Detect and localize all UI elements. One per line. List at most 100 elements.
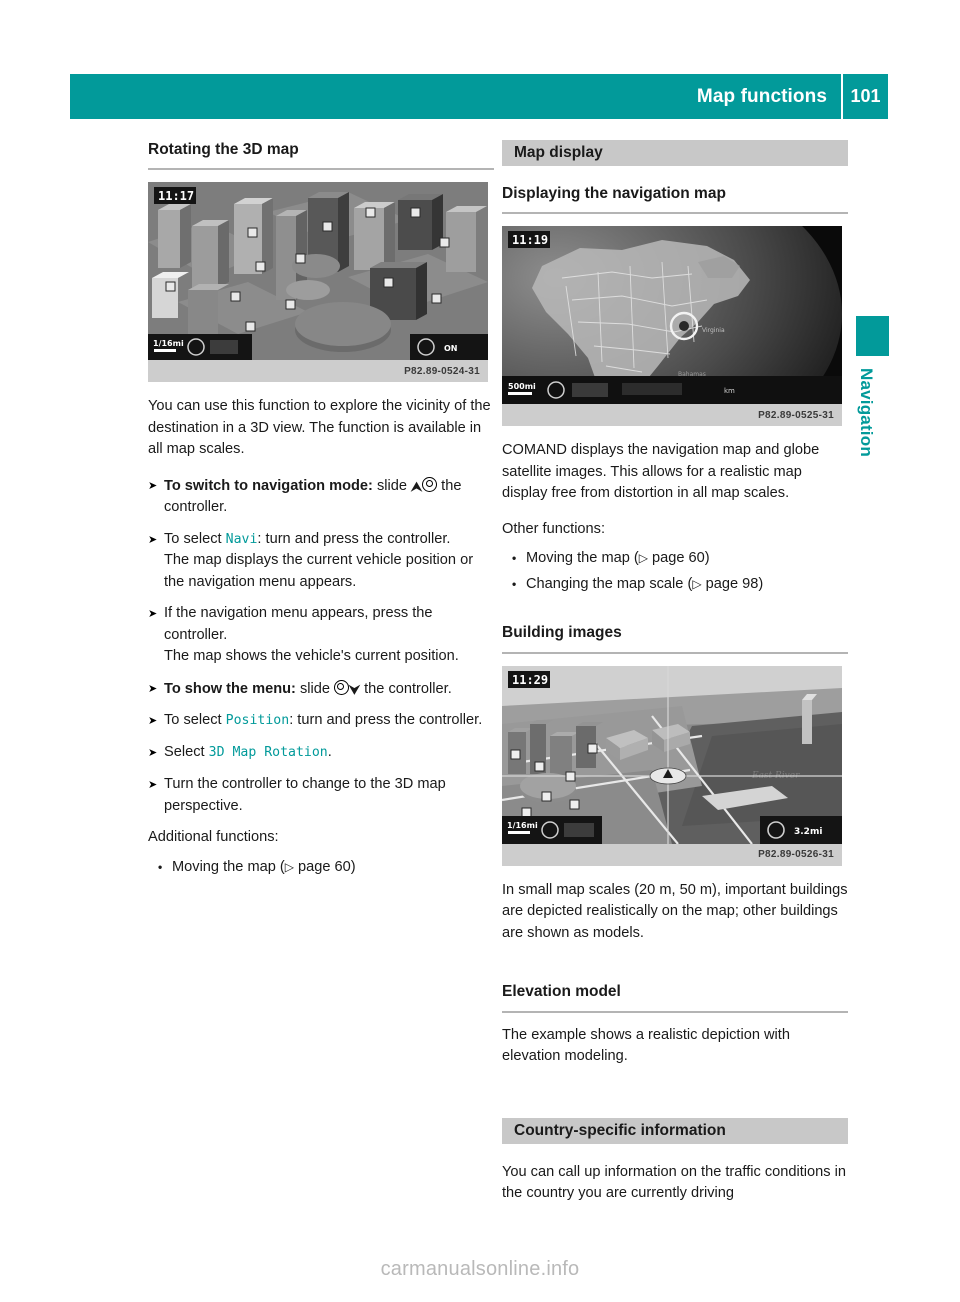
step-press-controller: ➤ If the navigation menu appears, press … (148, 603, 494, 668)
svg-text:1/16mi: 1/16mi (507, 821, 538, 830)
paragraph-small-map-scales: In small map scales (20 m, 50 m), import… (502, 881, 848, 941)
step-text: If the navigation menu appears, press th… (164, 603, 494, 668)
heading-rotating-3d-map: Rotating the 3D map (148, 141, 299, 158)
step-bold-prefix: To show the menu: (164, 680, 296, 697)
intro-paragraph: You can use this function to explore the… (148, 398, 491, 458)
page-number: 101 (850, 86, 881, 106)
step-marker-icon: ➤ (148, 715, 158, 728)
additional-functions-label: Additional functions: (148, 829, 279, 846)
heading-building-images: Building images (502, 624, 622, 642)
step-extra-text: The map shows the vehicle's current posi… (164, 648, 459, 665)
figure-globe-map-caption: P82.89-0525-31 (502, 404, 842, 427)
step-switch-nav-mode: ➤ To switch to navigation mode: slide ⮝ … (148, 475, 494, 519)
command-position: Position (225, 713, 290, 729)
heading-displaying-navigation-map: Displaying the navigation map (502, 185, 726, 202)
slide-up-controller-icon: ⮝ (411, 476, 438, 494)
step-text-before-glyph: slide (295, 680, 335, 697)
other-functions-label: Other functions: (502, 520, 606, 537)
slide-down-controller-icon: ⮟ (334, 679, 360, 697)
step-show-menu: ➤ To show the menu: slide ⮟ the controll… (148, 678, 494, 701)
step-text-before-cmd: Select (164, 744, 209, 761)
svg-text:11:29: 11:29 (512, 673, 548, 687)
figure-globe-map: Virginia Bahamas East 11:19 500mi km P82… (502, 226, 848, 427)
heading-rule (502, 651, 848, 654)
step-text-after-glyph: the controller. (360, 680, 452, 697)
page-ref-arrow-icon: ▷ (692, 576, 702, 591)
bullet-icon: • (512, 576, 517, 591)
step-text-before-glyph: slide (372, 477, 412, 494)
svg-text:3.2mi: 3.2mi (794, 827, 822, 837)
list-item: • Changing the map scale (▷ page 98) (512, 574, 848, 596)
step-select-navi: ➤ To select Navi: turn and press the con… (148, 529, 494, 594)
command-3d-map-rotation: 3D Map Rotation (208, 745, 328, 761)
section-bar-country-specific: Country-specific information (502, 1117, 848, 1144)
figure-3d-map-caption: P82.89-0524-31 (148, 360, 488, 383)
page-ref-label: page 60) (293, 858, 356, 875)
step-text: Select 3D Map Rotation. (164, 742, 494, 764)
step-text: Turn the controller to change to the 3D … (164, 776, 446, 814)
page-ref-label: page 60) (647, 550, 710, 567)
step-marker-icon: ➤ (148, 779, 158, 792)
page-header: Map functions 101 (70, 74, 888, 119)
step-marker-icon: ➤ (148, 747, 158, 760)
svg-text:500mi: 500mi (508, 382, 536, 391)
step-marker-icon: ➤ (148, 479, 158, 492)
paragraph-country-specific: You can call up information on the traff… (502, 1163, 846, 1202)
side-tab-navigation[interactable]: Navigation (856, 316, 889, 457)
heading-rule (502, 1010, 848, 1013)
step-text-before-cmd: To select (164, 530, 226, 547)
svg-text:Virginia: Virginia (702, 327, 725, 334)
list-item-text: Moving the map (▷ page 60) (526, 548, 710, 570)
figure-3d-map-image: 11:17 1/16mi ON (148, 182, 488, 361)
step-turn-controller: ➤ Turn the controller to change to the 3… (148, 774, 494, 817)
list-item-label: Moving the map ( (526, 550, 639, 567)
list-item-label: Moving the map ( (172, 858, 285, 875)
step-text-after-cmd: : turn and press the controller. (257, 530, 451, 547)
chapter-marker-icon (856, 316, 889, 356)
figure-building-images-image: East River 11:29 1/16mi 3.2mi (502, 665, 842, 844)
step-text: To show the menu: slide ⮟ the controller… (164, 678, 494, 701)
list-item-label: Changing the map scale ( (526, 575, 693, 592)
step-marker-icon: ➤ (148, 682, 158, 695)
step-extra-text: The map displays the current vehicle pos… (164, 552, 474, 590)
svg-text:1/16mi: 1/16mi (153, 339, 184, 348)
list-item: • Moving the map (▷ page 60) (512, 548, 848, 570)
step-text: To switch to navigation mode: slide ⮝ th… (164, 475, 494, 519)
bullet-icon: • (158, 859, 163, 874)
side-tab-label: Navigation (857, 368, 876, 457)
command-navi: Navi (225, 531, 258, 547)
step-text-after-cmd: : turn and press the controller. (289, 712, 483, 729)
step-text: To select Position: turn and press the c… (164, 710, 494, 732)
list-item-text: Moving the map (▷ page 60) (172, 857, 356, 879)
left-column: Rotating the 3D map 11:17 1/16mi ON P82.… (148, 140, 494, 882)
figure-3d-map: 11:17 1/16mi ON P82.89-0524-31 (148, 182, 494, 383)
step-marker-icon: ➤ (148, 533, 158, 546)
figure-building-images: East River 11:29 1/16mi 3.2mi P82.89-052… (502, 665, 848, 866)
paragraph-elevation-model: The example shows a realistic depiction … (502, 1026, 790, 1065)
step-text: To select Navi: turn and press the contr… (164, 529, 494, 594)
page-ref-label: page 98) (701, 575, 764, 592)
step-text-before-cmd: To select (164, 712, 226, 729)
page-ref-arrow-icon: ▷ (638, 551, 648, 566)
heading-elevation-model: Elevation model (502, 983, 621, 1001)
bullet-icon: • (512, 551, 517, 566)
step-bold-prefix: To switch to navigation mode: (164, 477, 373, 494)
figure-globe-map-image: Virginia Bahamas East 11:19 500mi km (502, 226, 842, 405)
paragraph-comand-displays: COMAND displays the navigation map and g… (502, 442, 820, 502)
step-select-3d-map-rotation: ➤ Select 3D Map Rotation. (148, 742, 494, 764)
svg-text:11:19: 11:19 (512, 233, 548, 247)
heading-rule (148, 168, 494, 171)
step-select-position: ➤ To select Position: turn and press the… (148, 710, 494, 732)
list-item-text: Changing the map scale (▷ page 98) (526, 574, 763, 596)
step-main-text: If the navigation menu appears, press th… (164, 605, 433, 643)
step-marker-icon: ➤ (148, 608, 158, 621)
list-item: • Moving the map (▷ page 60) (158, 857, 494, 879)
step-text-after-cmd: . (327, 744, 332, 761)
page-title: Map functions (696, 85, 827, 107)
svg-text:11:17: 11:17 (158, 189, 194, 203)
right-column: Map display Displaying the navigation ma… (502, 140, 848, 1219)
page-ref-arrow-icon: ▷ (284, 859, 294, 874)
heading-rule (502, 212, 848, 215)
svg-text:ON: ON (444, 344, 458, 353)
figure-building-images-caption: P82.89-0526-31 (502, 843, 842, 866)
